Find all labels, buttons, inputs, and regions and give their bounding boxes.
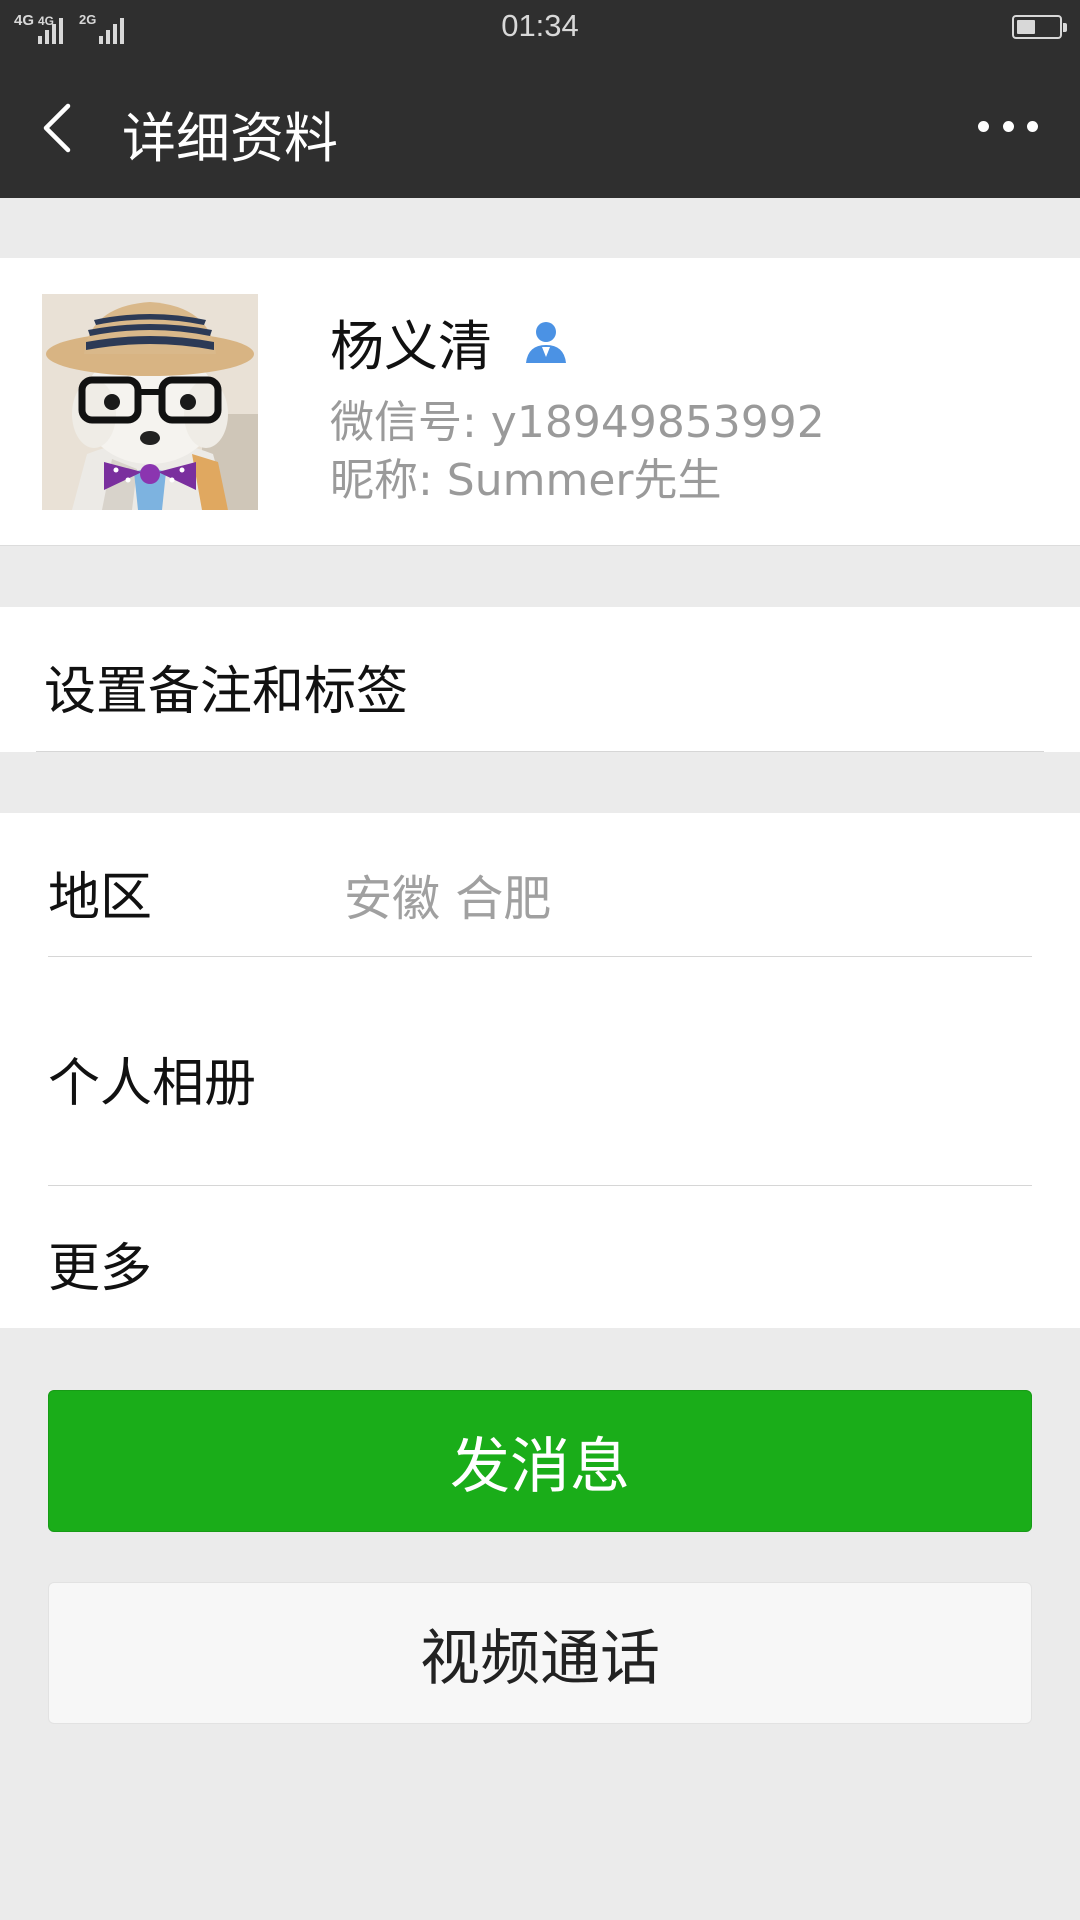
battery-level [1017, 20, 1035, 34]
video-call-button[interactable]: 视频通话 [48, 1582, 1032, 1724]
album-label: 个人相册 [48, 1054, 257, 1114]
page-title: 详细资料 [122, 107, 338, 170]
more-label: 更多 [48, 1239, 153, 1299]
remark-tags-row[interactable]: 设置备注和标签 [0, 607, 1080, 752]
send-message-button[interactable]: 发消息 [48, 1390, 1032, 1532]
name-row: 杨义清 [330, 306, 570, 378]
avatar[interactable] [42, 294, 258, 510]
wechat-id: 微信号: y18949853992 [330, 397, 825, 448]
contact-name: 杨义清 [330, 314, 492, 378]
back-arrow-icon[interactable] [36, 92, 96, 162]
contact-person-icon [522, 317, 570, 365]
list-item-more[interactable]: 更多 [0, 1186, 1080, 1328]
divider [36, 751, 1044, 752]
profile-card: 杨义清 微信号: y18949853992 昵称: Summer先生 [0, 258, 1080, 546]
status-bar: 4G 4G 2G 01:34 [0, 0, 1080, 56]
region-value: 安徽 合肥 [344, 871, 552, 927]
title-bar: 详细资料 [0, 56, 1080, 198]
battery-icon [1012, 15, 1067, 39]
region-label: 地区 [48, 868, 153, 928]
remark-tags-label: 设置备注和标签 [44, 662, 409, 722]
info-list: 地区 安徽 合肥 个人相册 更多 [0, 813, 1080, 1328]
status-time: 01:34 [501, 8, 579, 43]
list-item-album[interactable]: 个人相册 [0, 957, 1080, 1185]
list-item-region: 地区 安徽 合肥 [0, 813, 1080, 956]
nickname: 昵称: Summer先生 [330, 455, 722, 506]
more-dots-icon[interactable] [978, 114, 1038, 138]
